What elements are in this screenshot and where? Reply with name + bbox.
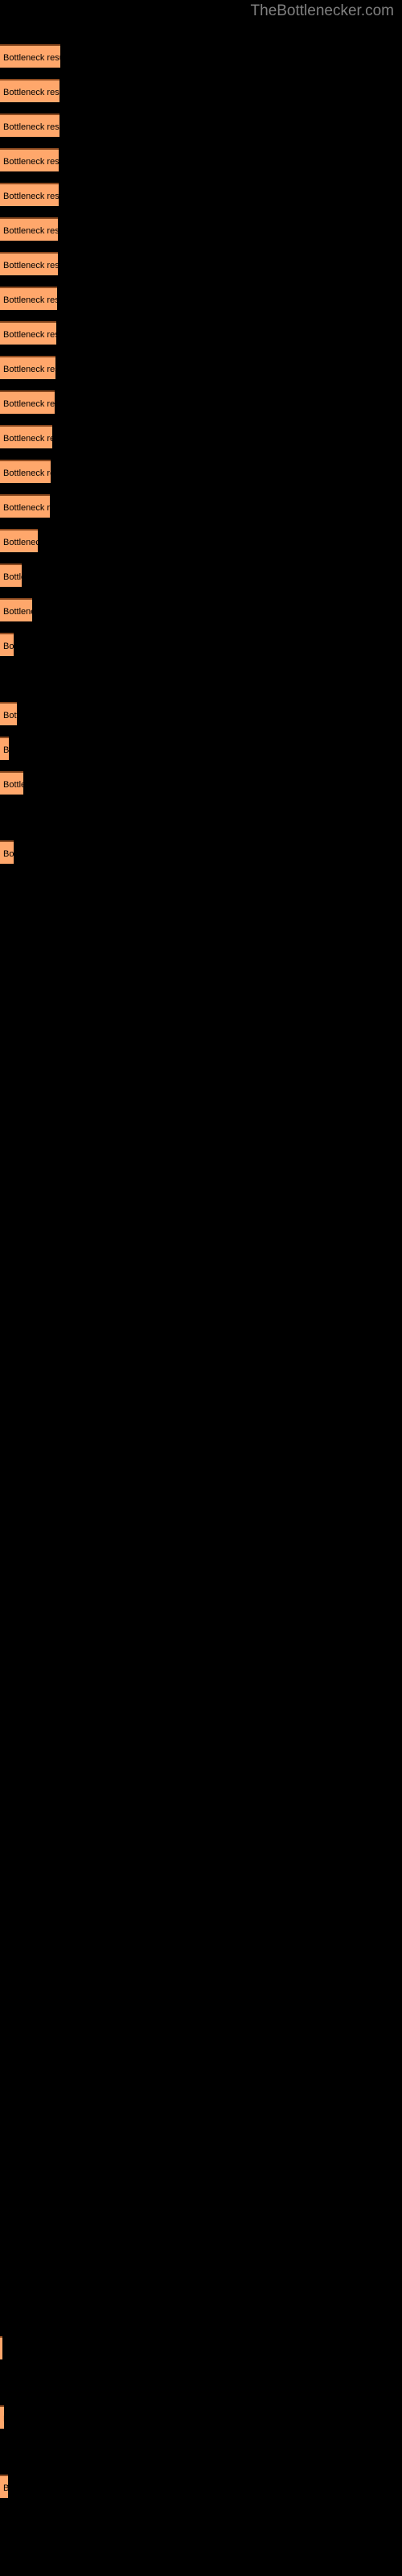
bar-label: Bottleneck result [3,848,14,859]
bar-label: Bottleneck result [3,87,59,97]
bar-label: Bottleneck result [3,779,23,790]
bar-label: Bottleneck result [3,433,52,444]
bar-series: Bottleneck result Bottleneck result Bottle… [0,0,402,2576]
bottleneck-result-bar[interactable]: Bottleneck result [0,44,60,68]
bar-label: Bottleneck result [3,537,38,547]
bottleneck-result-bar[interactable]: Bottleneck result [0,356,55,379]
bottleneck-result-bar[interactable]: Bottleneck result [0,702,17,725]
bottleneck-result-bar[interactable]: Bottleneck result [0,2336,2,2359]
bottleneck-result-bar[interactable]: Bottleneck result [0,79,59,102]
bar-label: Bottleneck result [3,2483,8,2493]
bottleneck-result-bar[interactable]: Bottleneck result [0,217,58,241]
bottleneck-result-bar[interactable]: Bottleneck result [0,287,57,310]
bar-label: Bottleneck result [3,572,22,582]
bottleneck-result-bar[interactable]: Bottleneck result [0,564,22,587]
bar-label: Bottleneck result [3,156,59,167]
bottleneck-result-bar[interactable]: Bottleneck result [0,252,58,275]
bottleneck-result-bar[interactable]: Bottleneck result [0,633,14,656]
bottleneck-result-bar[interactable]: Bottleneck result [0,494,50,518]
bottleneck-chart: TheBottlenecker.com Bottleneck resultBot… [0,0,402,2576]
bar-label: Bottleneck result [3,2414,4,2424]
bar-label: Bottleneck result [3,606,32,617]
bottleneck-result-bar[interactable]: Bottleneck result [0,460,51,483]
bottleneck-result-bar[interactable]: Bottleneck result [0,425,52,448]
bottleneck-result-bar[interactable]: Bottleneck result [0,529,38,552]
bottleneck-result-bar[interactable]: Bottleneck result [0,321,56,345]
bar-label: Bottleneck result [3,225,58,236]
bottleneck-result-bar[interactable]: Bottleneck result [0,2405,4,2429]
bar-label: Bottleneck result [3,191,59,201]
bar-label: Bottleneck result [3,52,60,63]
bar-label: Bottleneck result [3,710,17,720]
bar-label: Bottleneck result [3,260,58,270]
bar-label: Bottleneck result [3,745,9,755]
bottleneck-result-bar[interactable]: Bottleneck result [0,390,55,414]
bottleneck-result-bar[interactable]: Bottleneck result [0,114,59,137]
bar-label: Bottleneck result [3,398,55,409]
bar-label: Bottleneck result [3,364,55,374]
bar-label: Bottleneck result [3,641,14,651]
bottleneck-result-bar[interactable]: Bottleneck result [0,771,23,795]
bar-label: Bottleneck result [3,295,57,305]
bottleneck-result-bar[interactable]: Bottleneck result [0,183,59,206]
bottleneck-result-bar[interactable]: Bottleneck result [0,737,9,760]
bar-label: Bottleneck result [3,122,59,132]
bottleneck-result-bar[interactable]: Bottleneck result [0,840,14,864]
bar-label: Bottleneck result [3,468,51,478]
bottleneck-result-bar[interactable]: Bottleneck result [0,148,59,171]
bar-label: Bottleneck result [3,329,56,340]
bottleneck-result-bar[interactable]: Bottleneck result [0,2475,8,2498]
bar-label: Bottleneck result [3,502,50,513]
bottleneck-result-bar[interactable]: Bottleneck result [0,598,32,621]
